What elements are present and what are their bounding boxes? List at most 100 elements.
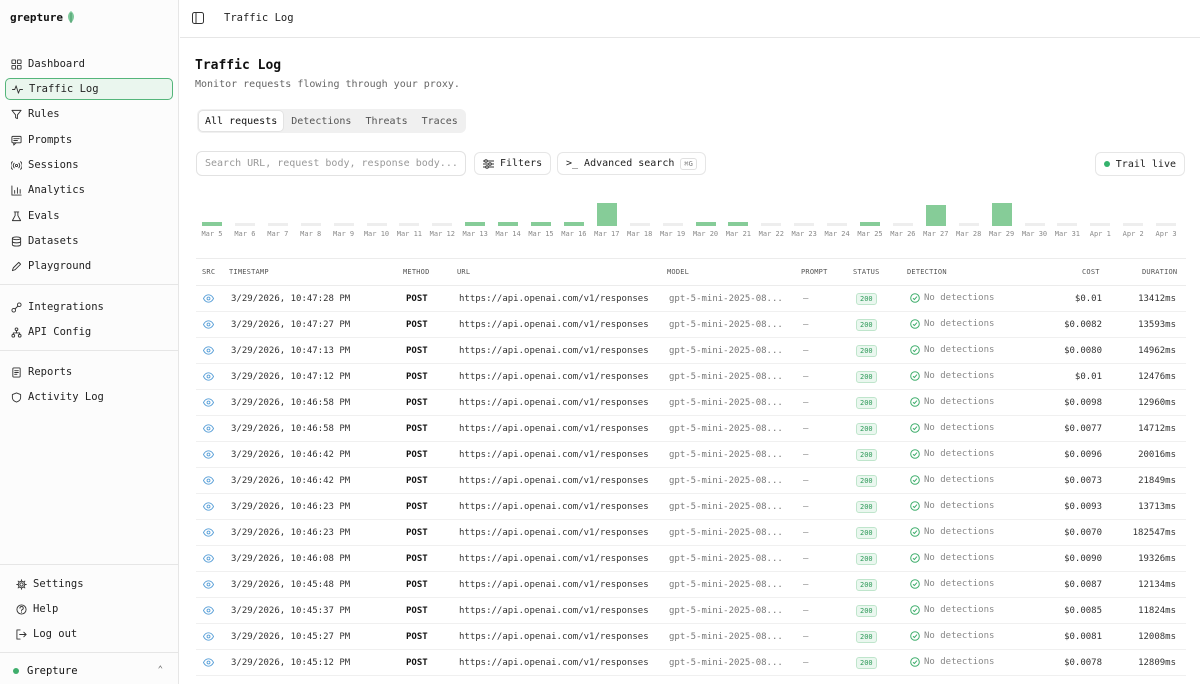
table-row[interactable]: 3/29/2026, 10:46:42 PM POST https://api.op…	[196, 442, 1186, 468]
histogram-bar[interactable]	[695, 222, 716, 226]
tab-threats[interactable]: Threats	[359, 111, 413, 131]
histogram-bar[interactable]	[728, 222, 749, 226]
table-row[interactable]: 3/29/2026, 10:46:08 PM POST https://api.op…	[196, 546, 1186, 572]
eye-icon[interactable]	[203, 450, 214, 459]
sidebar-item-evals[interactable]: Evals	[5, 205, 173, 227]
histogram-bar[interactable]	[596, 203, 617, 226]
cell-method: POST	[406, 502, 428, 512]
sidebar-item-reports[interactable]: Reports	[5, 361, 173, 383]
eye-icon[interactable]	[203, 424, 214, 433]
eye-icon[interactable]	[203, 476, 214, 485]
search-input[interactable]	[196, 151, 466, 176]
workspace-switcher[interactable]: Grepture ⌃	[5, 660, 173, 682]
eye-icon[interactable]	[203, 320, 214, 329]
shortcut-badge: ⌘G	[680, 157, 697, 170]
app-logo[interactable]: grepture	[10, 8, 77, 26]
histogram-bar[interactable]	[794, 223, 815, 226]
histogram-bar[interactable]	[991, 203, 1012, 226]
table-row[interactable]: 3/29/2026, 10:47:12 PM POST https://api.op…	[196, 364, 1186, 390]
histogram-bar[interactable]	[202, 222, 222, 226]
histogram-bar[interactable]	[892, 223, 913, 226]
eye-icon[interactable]	[203, 502, 214, 511]
eye-icon[interactable]	[203, 528, 214, 537]
cell-model: gpt-5-mini-2025-08...	[669, 320, 783, 330]
table-row[interactable]: 3/29/2026, 10:45:27 PM POST https://api.op…	[196, 624, 1186, 650]
tab-traces[interactable]: Traces	[416, 111, 464, 131]
histogram-bar[interactable]	[300, 223, 321, 226]
tab-all-requests[interactable]: All requests	[199, 111, 284, 131]
sidebar-item-analytics[interactable]: Analytics	[5, 179, 173, 201]
sidebar-footer-settings[interactable]: Settings	[10, 573, 178, 595]
table-row[interactable]: 3/29/2026, 10:46:23 PM POST https://api.op…	[196, 494, 1186, 520]
table-row[interactable]: 3/29/2026, 10:46:23 PM POST https://api.op…	[196, 520, 1186, 546]
table-row[interactable]: 3/29/2026, 10:47:27 PM POST https://api.op…	[196, 312, 1186, 338]
histogram-bar[interactable]	[1123, 223, 1144, 226]
cell-prompt: —	[803, 580, 809, 590]
view-tabs: All requests Detections Threats Traces	[197, 109, 466, 133]
histogram-bar[interactable]	[399, 223, 420, 226]
filters-button[interactable]: Filters	[474, 152, 552, 175]
main-content: Traffic Log Monitor requests flowing thr…	[180, 39, 1200, 684]
cell-method: POST	[406, 554, 428, 564]
advanced-search-button[interactable]: >_ Advanced search ⌘G	[557, 152, 706, 175]
table-row[interactable]: 3/29/2026, 10:47:28 PM POST https://api.op…	[196, 286, 1186, 312]
eye-icon[interactable]	[203, 554, 214, 563]
histogram-bar[interactable]	[1156, 223, 1177, 226]
eye-icon[interactable]	[203, 398, 214, 407]
sidebar-item-dashboard[interactable]: Dashboard	[5, 53, 173, 75]
sidebar-item-datasets[interactable]: Datasets	[5, 230, 173, 252]
histogram-bar[interactable]	[465, 222, 486, 226]
eye-icon[interactable]	[203, 294, 214, 303]
cell-url: https://api.openai.com/v1/responses	[459, 320, 649, 330]
check-circle-icon	[910, 397, 920, 407]
eye-icon[interactable]	[203, 632, 214, 641]
histogram-bar[interactable]	[531, 222, 551, 226]
histogram-bar[interactable]	[234, 223, 255, 226]
histogram-bar[interactable]	[827, 223, 848, 226]
table-row[interactable]: 3/29/2026, 10:46:58 PM POST https://api.op…	[196, 416, 1186, 442]
table-row[interactable]: 3/29/2026, 10:46:42 PM POST https://api.op…	[196, 468, 1186, 494]
histogram-bar[interactable]	[662, 223, 683, 226]
histogram-bar[interactable]	[925, 205, 946, 226]
tab-detections[interactable]: Detections	[285, 111, 357, 131]
histogram-bar[interactable]	[366, 223, 387, 226]
histogram-bar[interactable]	[267, 223, 288, 226]
sidebar-footer-log-out[interactable]: Log out	[10, 623, 178, 645]
table-row[interactable]: 3/29/2026, 10:45:37 PM POST https://api.op…	[196, 598, 1186, 624]
histogram-bar[interactable]	[1090, 223, 1111, 226]
eye-icon[interactable]	[203, 658, 214, 667]
histogram-bar[interactable]	[958, 223, 979, 226]
histogram-bar[interactable]	[333, 223, 354, 226]
histogram-bar[interactable]	[498, 222, 519, 226]
sidebar-footer-help[interactable]: Help	[10, 598, 178, 620]
eye-icon[interactable]	[203, 580, 214, 589]
trail-live-button[interactable]: Trail live	[1094, 152, 1185, 176]
histogram-bar[interactable]	[1024, 223, 1045, 226]
check-circle-icon	[910, 293, 920, 303]
cell-model: gpt-5-mini-2025-08...	[669, 346, 783, 356]
histogram-bar[interactable]	[860, 222, 880, 226]
sidebar-item-sessions[interactable]: Sessions	[5, 154, 173, 176]
sidebar-item-activity-log[interactable]: Activity Log	[5, 386, 173, 408]
eye-icon[interactable]	[203, 372, 214, 381]
table-row[interactable]: 3/29/2026, 10:47:13 PM POST https://api.op…	[196, 338, 1186, 364]
histogram-bar[interactable]	[761, 223, 782, 226]
eye-icon[interactable]	[203, 606, 214, 615]
sidebar-toggle-icon[interactable]	[192, 12, 204, 24]
histogram-bar[interactable]	[432, 223, 453, 226]
histogram-bar[interactable]	[563, 222, 584, 226]
status-badge: 200	[856, 345, 877, 357]
sidebar-item-api-config[interactable]: API Config	[5, 321, 173, 343]
sidebar-item-integrations[interactable]: Integrations	[5, 296, 173, 318]
sidebar-item-rules[interactable]: Rules	[5, 103, 173, 125]
histogram-bar[interactable]	[629, 223, 650, 226]
page-subtitle: Monitor requests flowing through your pr…	[195, 79, 460, 90]
sidebar-item-playground[interactable]: Playground	[5, 255, 173, 277]
table-row[interactable]: 3/29/2026, 10:45:12 PM POST https://api.op…	[196, 650, 1186, 676]
table-row[interactable]: 3/29/2026, 10:45:48 PM POST https://api.op…	[196, 572, 1186, 598]
histogram-bar[interactable]	[1057, 223, 1078, 226]
eye-icon[interactable]	[203, 346, 214, 355]
sidebar-item-traffic-log[interactable]: Traffic Log	[5, 78, 173, 100]
table-row[interactable]: 3/29/2026, 10:46:58 PM POST https://api.op…	[196, 390, 1186, 416]
sidebar-item-prompts[interactable]: Prompts	[5, 129, 173, 151]
